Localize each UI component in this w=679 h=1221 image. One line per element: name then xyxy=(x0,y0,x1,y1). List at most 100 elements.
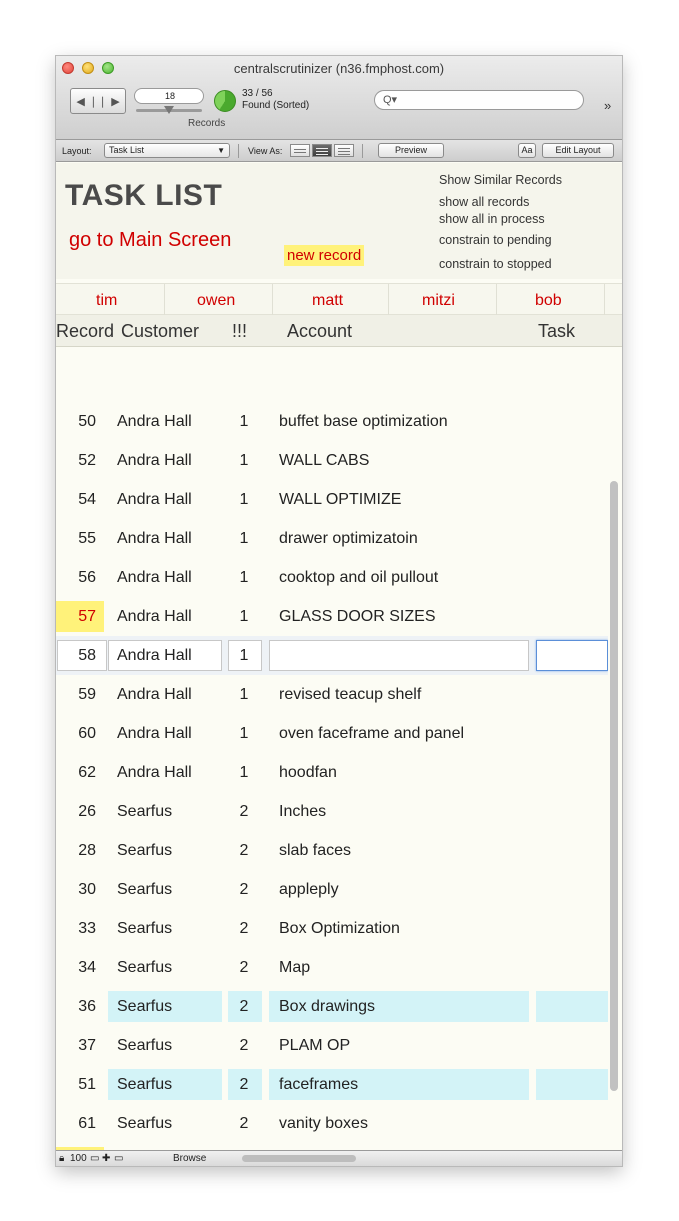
task-field[interactable] xyxy=(537,680,608,710)
horizontal-scrollbar[interactable] xyxy=(242,1155,356,1162)
priority-field[interactable]: 2 xyxy=(228,797,260,827)
priority-field[interactable]: 1 xyxy=(228,602,260,632)
priority-field[interactable]: 1 xyxy=(228,641,260,671)
constrain-to-pending-link[interactable]: constrain to pending xyxy=(439,233,552,247)
view-as-table-button[interactable] xyxy=(334,144,354,157)
task-field[interactable] xyxy=(537,641,608,671)
account-field[interactable]: PLAM OP xyxy=(279,1031,525,1061)
customer-field[interactable]: Searfus xyxy=(117,953,221,983)
task-field[interactable] xyxy=(537,758,608,788)
customer-field[interactable]: Andra Hall xyxy=(117,446,221,476)
table-row[interactable]: 52 Andra Hall 1 WALL CABS xyxy=(56,441,608,480)
status-toolbar-toggle-icon[interactable]: ▭ xyxy=(114,1153,123,1164)
table-row[interactable]: 58 Andra Hall 1 xyxy=(56,636,608,675)
filter-person-tim[interactable]: tim xyxy=(96,292,117,310)
account-field[interactable]: Inches xyxy=(279,797,525,827)
priority-field[interactable]: 2 xyxy=(228,992,260,1022)
account-field[interactable]: GLASS DOOR SIZES xyxy=(279,602,525,632)
task-field[interactable] xyxy=(537,875,608,905)
table-row[interactable]: 59 Andra Hall 1 revised teacup shelf xyxy=(56,675,608,714)
edit-layout-button[interactable]: Edit Layout xyxy=(542,143,614,158)
account-field[interactable]: drawer optimizatoin xyxy=(279,524,525,554)
task-field[interactable] xyxy=(537,797,608,827)
next-record-icon[interactable]: ▶ xyxy=(111,95,119,108)
table-row[interactable]: 54 Andra Hall 1 WALL OPTIMIZE xyxy=(56,480,608,519)
customer-field[interactable]: Searfus xyxy=(117,797,221,827)
priority-field[interactable]: 2 xyxy=(228,953,260,983)
account-field[interactable]: buffet base optimization xyxy=(279,407,525,437)
task-field[interactable] xyxy=(537,1070,608,1100)
task-field[interactable] xyxy=(537,602,608,632)
account-field[interactable]: Box drawings xyxy=(279,992,525,1022)
task-field[interactable] xyxy=(537,563,608,593)
table-row[interactable]: 50 Andra Hall 1 buffet base optimization xyxy=(56,402,608,441)
priority-field[interactable]: 2 xyxy=(228,875,260,905)
account-field[interactable]: faceframes xyxy=(279,1070,525,1100)
table-row[interactable]: 28 Searfus 2 slab faces xyxy=(56,831,608,870)
account-field[interactable]: cooktop and oil pullout xyxy=(279,563,525,593)
zoom-level[interactable]: 100 xyxy=(70,1153,87,1164)
zoom-in-icon[interactable]: ✚ xyxy=(102,1153,110,1164)
priority-field[interactable]: 1 xyxy=(228,563,260,593)
account-field[interactable] xyxy=(279,641,525,671)
priority-field[interactable]: 1 xyxy=(228,446,260,476)
search-icon[interactable]: Q▾ xyxy=(383,93,397,106)
priority-field[interactable]: 1 xyxy=(228,407,260,437)
account-field[interactable]: WALL CABS xyxy=(279,446,525,476)
column-header-record[interactable]: Record xyxy=(56,321,114,342)
priority-field[interactable]: 1 xyxy=(228,719,260,749)
column-header-account[interactable]: Account xyxy=(287,321,352,342)
record-list[interactable]: 50 Andra Hall 1 buffet base optimization 52 A… xyxy=(56,347,608,1153)
account-field[interactable]: hoodfan xyxy=(279,758,525,788)
filter-person-mitzi[interactable]: mitzi xyxy=(422,292,455,310)
task-field[interactable] xyxy=(537,485,608,515)
priority-field[interactable]: 2 xyxy=(228,1070,260,1100)
customer-field[interactable]: Andra Hall xyxy=(117,563,221,593)
customer-field[interactable]: Searfus xyxy=(117,992,221,1022)
view-as-form-button[interactable] xyxy=(290,144,310,157)
table-row[interactable]: 57 Andra Hall 1 GLASS DOOR SIZES xyxy=(56,597,608,636)
task-field[interactable] xyxy=(537,446,608,476)
customer-field[interactable]: Andra Hall xyxy=(117,719,221,749)
customer-field[interactable]: Searfus xyxy=(117,1070,221,1100)
customer-field[interactable]: Searfus xyxy=(117,1109,221,1139)
table-row[interactable]: 30 Searfus 2 appleply xyxy=(56,870,608,909)
customer-field[interactable]: Andra Hall xyxy=(117,680,221,710)
record-book-navigator[interactable]: ◀ ❘❘ ▶ xyxy=(70,88,126,114)
show-all-in-process-link[interactable]: show all in process xyxy=(439,212,545,226)
task-field[interactable] xyxy=(537,836,608,866)
priority-field[interactable]: 1 xyxy=(228,524,260,554)
quick-find-input[interactable]: Q▾ xyxy=(374,90,584,110)
record-number-field[interactable]: 18 xyxy=(134,88,204,104)
table-row[interactable]: 37 Searfus 2 PLAM OP xyxy=(56,1026,608,1065)
constrain-to-stopped-link[interactable]: constrain to stopped xyxy=(439,257,552,271)
layout-select[interactable]: Task List ▼ xyxy=(104,143,230,158)
prev-record-icon[interactable]: ◀ xyxy=(76,95,84,108)
account-field[interactable]: Box Optimization xyxy=(279,914,525,944)
priority-field[interactable]: 1 xyxy=(228,680,260,710)
filter-person-owen[interactable]: owen xyxy=(197,292,235,310)
priority-field[interactable]: 2 xyxy=(228,1031,260,1061)
customer-field[interactable]: Searfus xyxy=(117,1031,221,1061)
table-row[interactable]: 51 Searfus 2 faceframes xyxy=(56,1065,608,1104)
column-header-priority[interactable]: !!! xyxy=(232,321,247,342)
view-as-list-button[interactable] xyxy=(312,144,332,157)
customer-field[interactable]: Searfus xyxy=(117,836,221,866)
table-row[interactable]: 34 Searfus 2 Map xyxy=(56,948,608,987)
table-row[interactable]: 60 Andra Hall 1 oven faceframe and panel xyxy=(56,714,608,753)
show-all-records-link[interactable]: show all records xyxy=(439,195,529,209)
account-field[interactable]: Map xyxy=(279,953,525,983)
customer-field[interactable]: Andra Hall xyxy=(117,758,221,788)
task-field[interactable] xyxy=(537,407,608,437)
customer-field[interactable]: Andra Hall xyxy=(117,485,221,515)
table-row[interactable]: 56 Andra Hall 1 cooktop and oil pullout xyxy=(56,558,608,597)
column-header-task[interactable]: Task xyxy=(538,321,575,342)
table-row[interactable]: 33 Searfus 2 Box Optimization xyxy=(56,909,608,948)
task-field[interactable] xyxy=(537,953,608,983)
table-row[interactable]: 36 Searfus 2 Box drawings xyxy=(56,987,608,1026)
zoom-out-icon[interactable]: ▭ xyxy=(90,1153,99,1164)
priority-field[interactable]: 1 xyxy=(228,485,260,515)
account-field[interactable]: appleply xyxy=(279,875,525,905)
customer-field[interactable]: Andra Hall xyxy=(117,602,221,632)
preview-button[interactable]: Preview xyxy=(378,143,444,158)
